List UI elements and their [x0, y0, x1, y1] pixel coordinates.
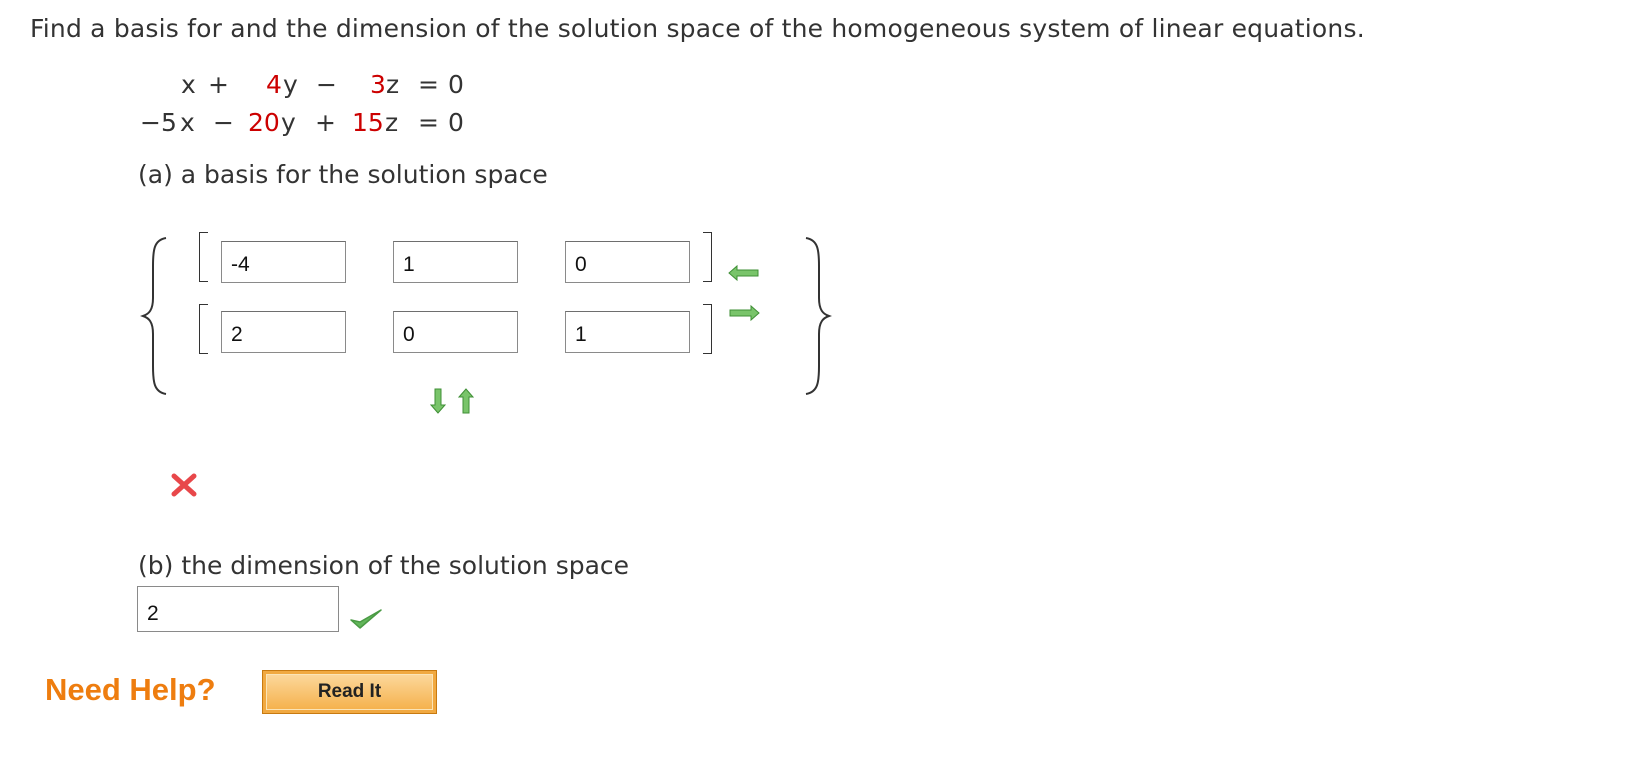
vector-2-left-bracket — [199, 304, 208, 354]
eq1-coef-y: 4 — [266, 70, 282, 99]
vector-1-entry-3[interactable] — [565, 241, 690, 283]
eq1-op1: + — [208, 70, 229, 99]
vector-2-entry-1[interactable] — [221, 311, 346, 353]
vector-1-entry-2[interactable] — [393, 241, 518, 283]
read-it-button[interactable]: Read It — [262, 670, 437, 714]
eq2-coef-z: 15 — [352, 108, 384, 137]
question-text: Find a basis for and the dimension of th… — [30, 14, 1365, 43]
left-arrow-icon[interactable] — [727, 264, 761, 282]
eq1-rhs: 0 — [448, 70, 464, 99]
cross-icon — [171, 473, 197, 497]
down-arrow-icon[interactable] — [430, 387, 446, 415]
vector-2-entry-3[interactable] — [565, 311, 690, 353]
read-it-button-label: Read It — [266, 674, 433, 710]
checkmark-icon — [350, 609, 382, 629]
left-set-brace — [140, 237, 167, 395]
eq2-var-z: z — [385, 108, 399, 137]
vector-1-right-bracket — [703, 232, 712, 282]
vector-2-entry-2[interactable] — [393, 311, 518, 353]
eq1-coef-z: 3 — [370, 70, 386, 99]
part-a-label: (a) a basis for the solution space — [138, 160, 548, 189]
vector-1-left-bracket — [199, 232, 208, 282]
up-arrow-icon[interactable] — [458, 387, 474, 415]
eq2-rhs: 0 — [448, 108, 464, 137]
eq1-var-y: y — [283, 70, 298, 99]
eq2-op2: + — [315, 108, 336, 137]
eq2-coef-x: −5 — [140, 108, 177, 137]
right-set-brace — [805, 237, 832, 395]
eq2-equals: = — [418, 108, 439, 137]
eq1-op2: − — [316, 70, 337, 99]
right-arrow-icon[interactable] — [727, 304, 761, 322]
vector-2-right-bracket — [703, 304, 712, 354]
eq1-equals: = — [418, 70, 439, 99]
eq1-var-x: x — [181, 70, 196, 99]
need-help-label: Need Help? — [45, 672, 216, 707]
eq2-coef-y: 20 — [248, 108, 280, 137]
eq2-var-y: y — [281, 108, 296, 137]
eq1-var-z: z — [386, 70, 400, 99]
part-b-label: (b) the dimension of the solution space — [138, 551, 630, 580]
eq2-var-x: x — [180, 108, 195, 137]
dimension-input[interactable] — [137, 586, 339, 632]
eq2-op1: − — [213, 108, 234, 137]
vector-1-entry-1[interactable] — [221, 241, 346, 283]
